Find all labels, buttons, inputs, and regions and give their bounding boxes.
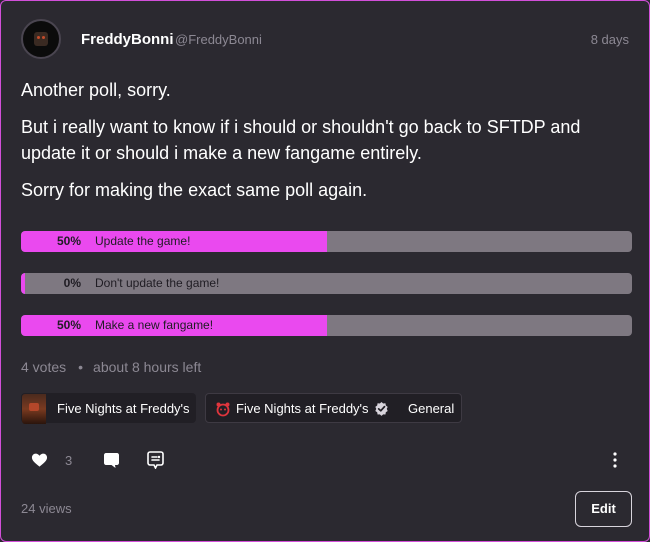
share-icon[interactable]	[147, 451, 164, 469]
post-card: FreddyBonni @FreddyBonni 8 days Another …	[0, 0, 650, 542]
fnaf-red-icon	[216, 402, 230, 417]
heart-icon[interactable]	[31, 452, 48, 468]
post-paragraph: Sorry for making the exact same poll aga…	[21, 180, 368, 200]
comment-icon[interactable]	[103, 452, 120, 469]
poll: 50% Update the game! 0% Don't update the…	[21, 231, 632, 357]
channel-tag-label: General	[408, 401, 455, 416]
poll-option-percent: 50%	[56, 318, 81, 332]
poll-option-label: Make a new fangame!	[95, 318, 214, 332]
post-paragraph: But i really want to know if i should or…	[21, 117, 581, 163]
community-tag-label: Five Nights at Freddy's	[57, 401, 190, 416]
poll-option[interactable]: 50% Make a new fangame!	[21, 315, 632, 336]
poll-option-percent: 50%	[56, 234, 81, 248]
post-body: Another poll, sorry. But i really want t…	[21, 77, 631, 214]
post-actions: 3	[21, 449, 632, 473]
view-count: 24 views	[21, 501, 72, 516]
channel-tag-community-label: Five Nights at Freddy's	[236, 401, 369, 416]
avatar[interactable]	[21, 19, 61, 59]
freddy-avatar-icon	[34, 32, 48, 46]
poll-option[interactable]: 0% Don't update the game!	[21, 273, 632, 294]
poll-option-label: Update the game!	[95, 234, 191, 248]
poll-option-percent: 0%	[63, 276, 81, 290]
poll-meta: 4 votes • about 8 hours left	[21, 359, 201, 375]
verified-badge-icon	[375, 401, 388, 416]
edit-button[interactable]: Edit	[575, 491, 632, 527]
more-vertical-icon[interactable]	[612, 452, 618, 468]
post-timestamp[interactable]: 8 days	[591, 32, 629, 47]
author-display-name[interactable]: FreddyBonni	[81, 31, 174, 48]
poll-option[interactable]: 50% Update the game!	[21, 231, 632, 252]
poll-vote-count: 4 votes	[21, 359, 67, 375]
post-header: FreddyBonni @FreddyBonni 8 days	[21, 19, 629, 59]
like-count: 3	[65, 453, 73, 468]
fnaf-thumbnail-icon	[22, 394, 46, 424]
channel-tag[interactable]: Five Nights at Freddy's General	[205, 393, 462, 423]
poll-option-label: Don't update the game!	[95, 276, 220, 290]
post-paragraph: Another poll, sorry.	[21, 80, 171, 100]
separator-dot: •	[78, 359, 84, 375]
poll-time-left: about 8 hours left	[93, 359, 202, 375]
community-tag[interactable]: Five Nights at Freddy's	[21, 393, 196, 424]
author-handle[interactable]: @FreddyBonni	[175, 32, 262, 47]
